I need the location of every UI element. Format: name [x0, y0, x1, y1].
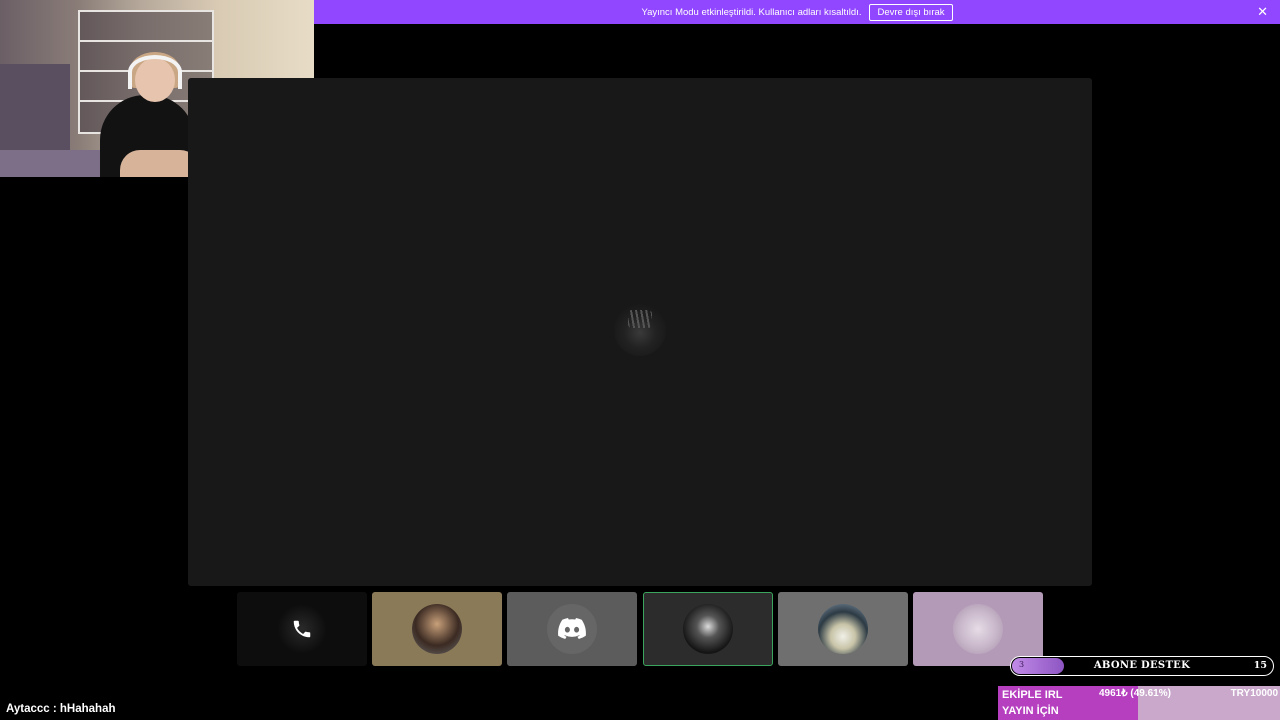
participant-tile[interactable] — [372, 592, 502, 666]
donation-goal-target: TRY10000 — [1230, 688, 1278, 699]
participant-tile[interactable] — [913, 592, 1043, 666]
discord-logo-glyph — [558, 618, 586, 639]
participant-tiles — [237, 592, 1043, 666]
donation-goal-label-line2: YAYIN İÇİN — [1002, 705, 1059, 717]
donation-goal-bar: EKİPLE IRL YAYIN İÇİN 4961₺ (49.61%) TRY… — [998, 686, 1280, 720]
donation-goal-label-line1: EKİPLE IRL — [1002, 689, 1063, 701]
donation-goal-amount: 4961₺ (49.61%) — [1099, 688, 1171, 699]
streamer-mode-banner: Yayıncı Modu etkinleştirildi. Kullanıcı … — [314, 0, 1280, 24]
close-icon[interactable]: ✕ — [1257, 4, 1268, 20]
main-video-stage[interactable] — [188, 78, 1092, 586]
donation-goal-label: EKİPLE IRL YAYIN İÇİN — [1002, 687, 1063, 719]
phone-icon-glyph — [293, 620, 311, 638]
banner-message: Yayıncı Modu etkinleştirildi. Kullanıcı … — [641, 6, 862, 18]
avatar — [683, 604, 733, 654]
sub-goal-bar: 3 ABONE DESTEK 15 — [1010, 656, 1274, 676]
participant-tile[interactable] — [507, 592, 637, 666]
sub-goal-target: 15 — [1253, 660, 1267, 671]
discord-logo-icon — [547, 604, 597, 654]
avatar — [953, 604, 1003, 654]
chat-message: Aytaccc : hHahahah — [6, 703, 116, 715]
avatar — [818, 604, 868, 654]
participant-tile[interactable] — [237, 592, 367, 666]
sub-goal-title: ABONE DESTEK — [1093, 660, 1191, 671]
disable-streamer-mode-button[interactable]: Devre dışı bırak — [869, 3, 953, 21]
avatar — [412, 604, 462, 654]
participant-tile[interactable] — [778, 592, 908, 666]
participant-tile-speaking[interactable] — [643, 592, 773, 666]
headset-icon — [128, 55, 182, 89]
phone-icon — [277, 604, 327, 654]
speaker-avatar — [614, 304, 666, 356]
